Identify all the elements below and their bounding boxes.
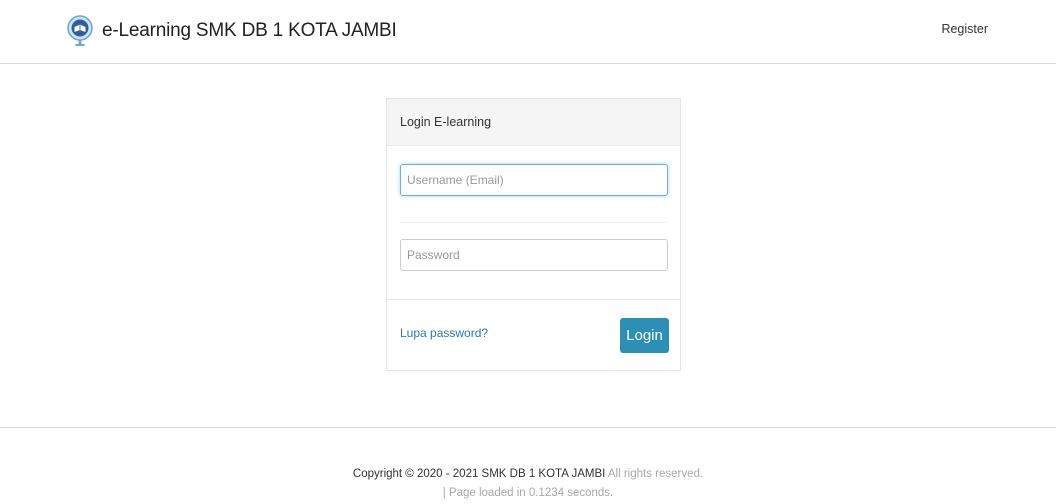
forgot-password-link[interactable]: Lupa password? <box>400 326 488 340</box>
username-input[interactable] <box>400 164 668 196</box>
copyright-text: Copyright © 2020 - 2021 SMK DB 1 KOTA JA… <box>0 468 1056 480</box>
password-input[interactable] <box>400 239 668 271</box>
site-title: e-Learning SMK DB 1 KOTA JAMBI <box>102 20 397 41</box>
login-panel-footer: Lupa password? Login <box>387 299 680 370</box>
footer-divider <box>0 427 1056 428</box>
brand-link[interactable]: e-Learning SMK DB 1 KOTA JAMBI <box>66 15 397 47</box>
form-separator <box>400 222 668 223</box>
register-link[interactable]: Register <box>941 22 988 36</box>
login-panel: Login E-learning Lupa password? Login <box>386 98 681 371</box>
login-button[interactable]: Login <box>620 318 669 353</box>
copyright-suffix: All rights reserved. <box>605 468 704 480</box>
login-panel-heading: Login E-learning <box>387 99 680 146</box>
top-navbar: e-Learning SMK DB 1 KOTA JAMBI Register <box>0 0 1056 64</box>
page-load-time: | Page loaded in 0.1234 seconds. <box>442 487 614 499</box>
page: e-Learning SMK DB 1 KOTA JAMBI Register … <box>0 0 1056 504</box>
copyright-main: Copyright © 2020 - 2021 SMK DB 1 KOTA JA… <box>352 468 606 480</box>
globe-book-logo-icon <box>67 15 93 46</box>
